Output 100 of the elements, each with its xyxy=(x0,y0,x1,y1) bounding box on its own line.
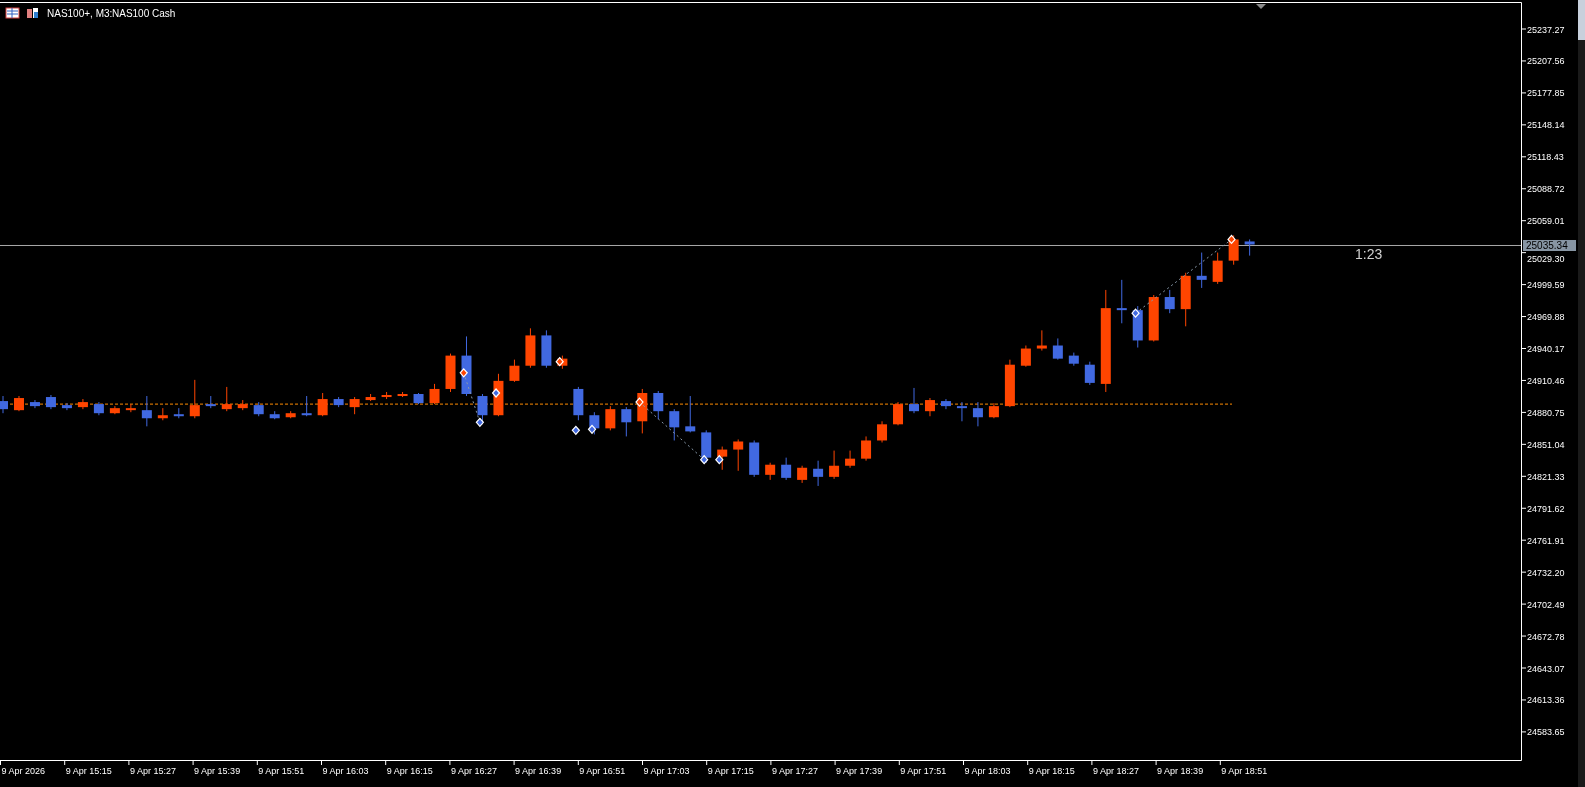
candle xyxy=(749,440,760,478)
time-label: 9 Apr 2026 xyxy=(1,766,46,776)
candle xyxy=(877,420,888,443)
candle xyxy=(733,438,744,472)
candle xyxy=(573,386,584,421)
time-label: 9 Apr 15:51 xyxy=(258,766,305,776)
trade-marker-icon xyxy=(635,397,644,407)
candle xyxy=(893,401,903,426)
candle xyxy=(1228,234,1239,266)
price-label: 24999.59 xyxy=(1527,280,1565,291)
candle xyxy=(797,465,808,484)
price-label: 25088.72 xyxy=(1527,184,1565,195)
candle xyxy=(589,411,600,435)
candle xyxy=(1036,329,1047,352)
candle xyxy=(1180,272,1191,327)
candle xyxy=(509,359,520,383)
candle xyxy=(14,395,24,412)
grid-icon[interactable] xyxy=(5,7,20,19)
time-label: 9 Apr 18:03 xyxy=(964,766,1011,776)
candle xyxy=(125,403,136,413)
price-label: 24672.78 xyxy=(1527,631,1565,642)
candle xyxy=(173,407,184,419)
price-label: 25059.01 xyxy=(1527,216,1565,227)
candle xyxy=(141,395,152,427)
trade-marker-icon xyxy=(475,417,485,428)
candle xyxy=(541,329,552,369)
trade-marker-icon xyxy=(715,454,724,465)
price-label: 24821.33 xyxy=(1527,471,1565,482)
candle xyxy=(429,383,440,405)
time-label: 9 Apr 17:51 xyxy=(900,766,947,776)
candle xyxy=(1116,279,1127,324)
price-label: 24732.20 xyxy=(1527,567,1565,578)
candle xyxy=(605,405,616,431)
bars-icon[interactable] xyxy=(27,8,38,18)
price-label: 25207.56 xyxy=(1527,56,1565,67)
time-label: 9 Apr 15:15 xyxy=(65,766,112,776)
candle xyxy=(301,395,312,417)
time-label: 9 Apr 17:27 xyxy=(771,766,818,776)
candle xyxy=(956,401,967,422)
candle xyxy=(925,397,935,417)
scroll-thumb[interactable] xyxy=(1578,0,1585,40)
trade-marker-icon xyxy=(1131,308,1140,319)
candle xyxy=(93,401,104,416)
time-label: 9 Apr 16:15 xyxy=(386,766,433,776)
time-label: 9 Apr 18:51 xyxy=(1221,766,1268,776)
candle xyxy=(333,396,344,408)
price-label: 25148.14 xyxy=(1527,120,1565,131)
candle xyxy=(205,395,216,409)
candle xyxy=(525,327,536,369)
candle xyxy=(988,402,999,419)
candle xyxy=(1196,252,1207,289)
candle xyxy=(685,395,696,433)
price-label: 25177.85 xyxy=(1527,88,1565,99)
candle xyxy=(1068,352,1079,367)
candle xyxy=(1052,337,1063,361)
trade-marker-icon xyxy=(699,454,709,465)
candle xyxy=(940,398,951,410)
trade-marker-icon xyxy=(587,424,597,435)
time-label: 9 Apr 15:27 xyxy=(129,766,176,776)
candle xyxy=(349,396,360,415)
candle xyxy=(653,390,664,420)
price-label: 24940.17 xyxy=(1527,344,1565,354)
candle xyxy=(0,395,8,414)
candle xyxy=(413,392,424,405)
candle xyxy=(861,435,872,462)
candle xyxy=(365,393,376,402)
candle xyxy=(1244,238,1255,257)
price-label: 24583.65 xyxy=(1527,727,1565,738)
time-label: 9 Apr 17:39 xyxy=(836,766,883,776)
candle xyxy=(285,410,296,419)
price-label: 24613.36 xyxy=(1527,695,1565,706)
candle xyxy=(621,406,632,437)
candle xyxy=(909,387,919,414)
price-label: 24761.91 xyxy=(1527,535,1565,546)
time-label: 9 Apr 16:27 xyxy=(450,766,497,776)
candle xyxy=(1148,294,1159,342)
candle xyxy=(1020,345,1031,368)
candle xyxy=(669,408,680,441)
candle xyxy=(77,398,88,410)
time-label: 9 Apr 16:03 xyxy=(322,766,369,776)
candle xyxy=(1212,252,1223,285)
time-label: 9 Apr 17:03 xyxy=(643,766,690,776)
candle xyxy=(221,386,232,412)
time-label: 9 Apr 16:51 xyxy=(579,766,626,776)
price-label: 24969.88 xyxy=(1527,312,1565,323)
candle xyxy=(813,460,824,487)
candle xyxy=(972,401,983,427)
trade-marker-icon xyxy=(571,425,581,436)
countdown-text: 1:23 xyxy=(1355,245,1383,262)
shift-marker-icon[interactable] xyxy=(1256,4,1266,9)
candle xyxy=(765,462,776,481)
scroll-bar[interactable] xyxy=(1578,0,1585,787)
candle xyxy=(845,450,856,469)
candle xyxy=(1004,359,1015,408)
candle xyxy=(61,402,72,411)
candle xyxy=(1164,289,1175,314)
chart-symbol: NAS100+, M3: xyxy=(47,8,113,19)
candle xyxy=(317,392,328,417)
price-label: 24702.49 xyxy=(1527,599,1565,610)
candle xyxy=(701,429,712,464)
